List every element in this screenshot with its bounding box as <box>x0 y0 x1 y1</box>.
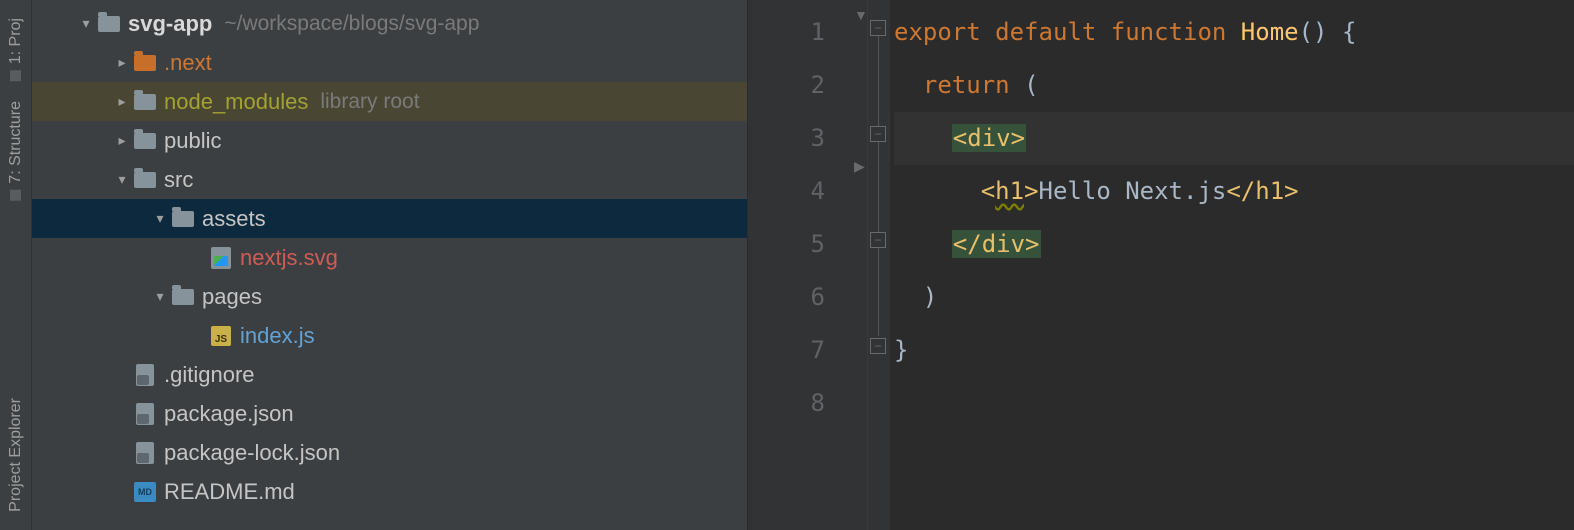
line-number: 3 <box>748 112 867 165</box>
function-name: Home <box>1241 18 1299 46</box>
line-number: 1 <box>748 6 867 59</box>
punctuation: ( <box>1024 71 1038 99</box>
code-line: return ( <box>894 59 1574 112</box>
chevron-right-icon: ▸ <box>112 54 132 71</box>
jsx-text: Hello Next.js <box>1039 177 1227 205</box>
chevron-right-icon: ▸ <box>112 93 132 110</box>
line-gutter: 1 2 3 4 5 6 7 8 <box>748 0 868 530</box>
square-icon <box>10 190 21 201</box>
line-number: 8 <box>748 377 867 430</box>
tree-item-index-js[interactable]: JS index.js <box>32 316 747 355</box>
tree-label: assets <box>202 206 266 232</box>
tree-item-gitignore[interactable]: .gitignore <box>32 355 747 394</box>
tree-item-next[interactable]: ▸ .next <box>32 43 747 82</box>
tree-item-readme[interactable]: MD README.md <box>32 472 747 511</box>
keyword-return: return <box>923 71 1024 99</box>
folder-icon <box>132 172 158 188</box>
keyword-function: function <box>1111 18 1241 46</box>
project-tree: ▾ svg-app ~/workspace/blogs/svg-app ▸ .n… <box>32 0 747 511</box>
keyword-default: default <box>995 18 1111 46</box>
jsx-tag-name: h1 <box>995 177 1024 205</box>
folder-icon <box>132 55 158 71</box>
jsx-tag: </h1> <box>1226 177 1298 205</box>
tree-item-package-lock[interactable]: package-lock.json <box>32 433 747 472</box>
tool-tab-bar: 1: Proj 7: Structure Project Explorer <box>0 0 32 530</box>
caret-right-icon: ▶ <box>854 158 865 175</box>
tree-label: nextjs.svg <box>240 245 338 271</box>
tool-tab-explorer[interactable]: Project Explorer <box>5 388 27 522</box>
folder-icon <box>132 133 158 149</box>
tree-path: ~/workspace/blogs/svg-app <box>224 12 479 36</box>
punctuation: () { <box>1299 18 1357 46</box>
code-line: <div> <box>894 112 1574 165</box>
code-line: <h1>Hello Next.js</h1> <box>894 165 1574 218</box>
code-editor[interactable]: 1 2 3 4 5 6 7 8 ▼ − − ▶ − − export defau… <box>748 0 1574 530</box>
tree-label: .gitignore <box>164 362 255 388</box>
file-icon <box>132 364 158 386</box>
tree-label: index.js <box>240 323 315 349</box>
code-line <box>894 377 1574 430</box>
punctuation: ) <box>923 283 937 311</box>
folder-icon <box>96 16 122 32</box>
md-file-icon: MD <box>132 482 158 502</box>
chevron-down-icon: ▾ <box>150 288 170 305</box>
caret-down-icon: ▼ <box>854 7 868 23</box>
tree-item-node-modules[interactable]: ▸ node_modules library root <box>32 82 747 121</box>
jsx-tag: <div> <box>952 124 1026 152</box>
tree-label: public <box>164 128 221 154</box>
punctuation: } <box>894 336 908 364</box>
code-line: </div> <box>894 218 1574 271</box>
tree-label: pages <box>202 284 262 310</box>
folder-icon <box>170 289 196 305</box>
tree-label: README.md <box>164 479 295 505</box>
file-icon <box>132 442 158 464</box>
code-content[interactable]: export default function Home() { return … <box>868 0 1574 530</box>
line-number: 5 <box>748 218 867 271</box>
code-line: export default function Home() { <box>894 6 1574 59</box>
tree-label: node_modules <box>164 89 308 115</box>
chevron-right-icon: ▸ <box>112 132 132 149</box>
code-line: ) <box>894 271 1574 324</box>
tree-label: package-lock.json <box>164 440 340 466</box>
tree-label: package.json <box>164 401 294 427</box>
tool-tab-label: 1: Proj <box>7 18 25 64</box>
line-number: 2 <box>748 59 867 112</box>
line-number: 6 <box>748 271 867 324</box>
tool-tab-project[interactable]: 1: Proj <box>5 8 27 91</box>
jsx-tag: </div> <box>952 230 1041 258</box>
line-number: 4 <box>748 165 867 218</box>
chevron-down-icon: ▾ <box>112 171 132 188</box>
tree-item-assets[interactable]: ▾ assets <box>32 199 747 238</box>
tree-label: .next <box>164 50 212 76</box>
folder-icon <box>170 211 196 227</box>
keyword-export: export <box>894 18 995 46</box>
tool-tab-structure[interactable]: 7: Structure <box>5 91 27 211</box>
svg-file-icon <box>208 247 234 269</box>
code-line: } <box>894 324 1574 377</box>
chevron-down-icon: ▾ <box>76 15 96 32</box>
file-icon <box>132 403 158 425</box>
chevron-down-icon: ▾ <box>150 210 170 227</box>
tree-suffix: library root <box>320 90 419 114</box>
square-icon <box>10 70 21 81</box>
tree-item-nextjs-svg[interactable]: nextjs.svg <box>32 238 747 277</box>
tool-tab-label: Project Explorer <box>7 398 25 512</box>
project-tree-panel: ▾ svg-app ~/workspace/blogs/svg-app ▸ .n… <box>32 0 748 530</box>
line-number: 7 <box>748 324 867 377</box>
tree-item-src[interactable]: ▾ src <box>32 160 747 199</box>
tool-tab-label: 7: Structure <box>7 101 25 184</box>
tree-item-public[interactable]: ▸ public <box>32 121 747 160</box>
tree-root-svg-app[interactable]: ▾ svg-app ~/workspace/blogs/svg-app <box>32 4 747 43</box>
tree-label: svg-app <box>128 11 212 37</box>
js-file-icon: JS <box>208 326 234 346</box>
jsx-tag: <h1> <box>981 177 1039 205</box>
folder-icon <box>132 94 158 110</box>
tree-item-package-json[interactable]: package.json <box>32 394 747 433</box>
tree-item-pages[interactable]: ▾ pages <box>32 277 747 316</box>
tree-label: src <box>164 167 193 193</box>
